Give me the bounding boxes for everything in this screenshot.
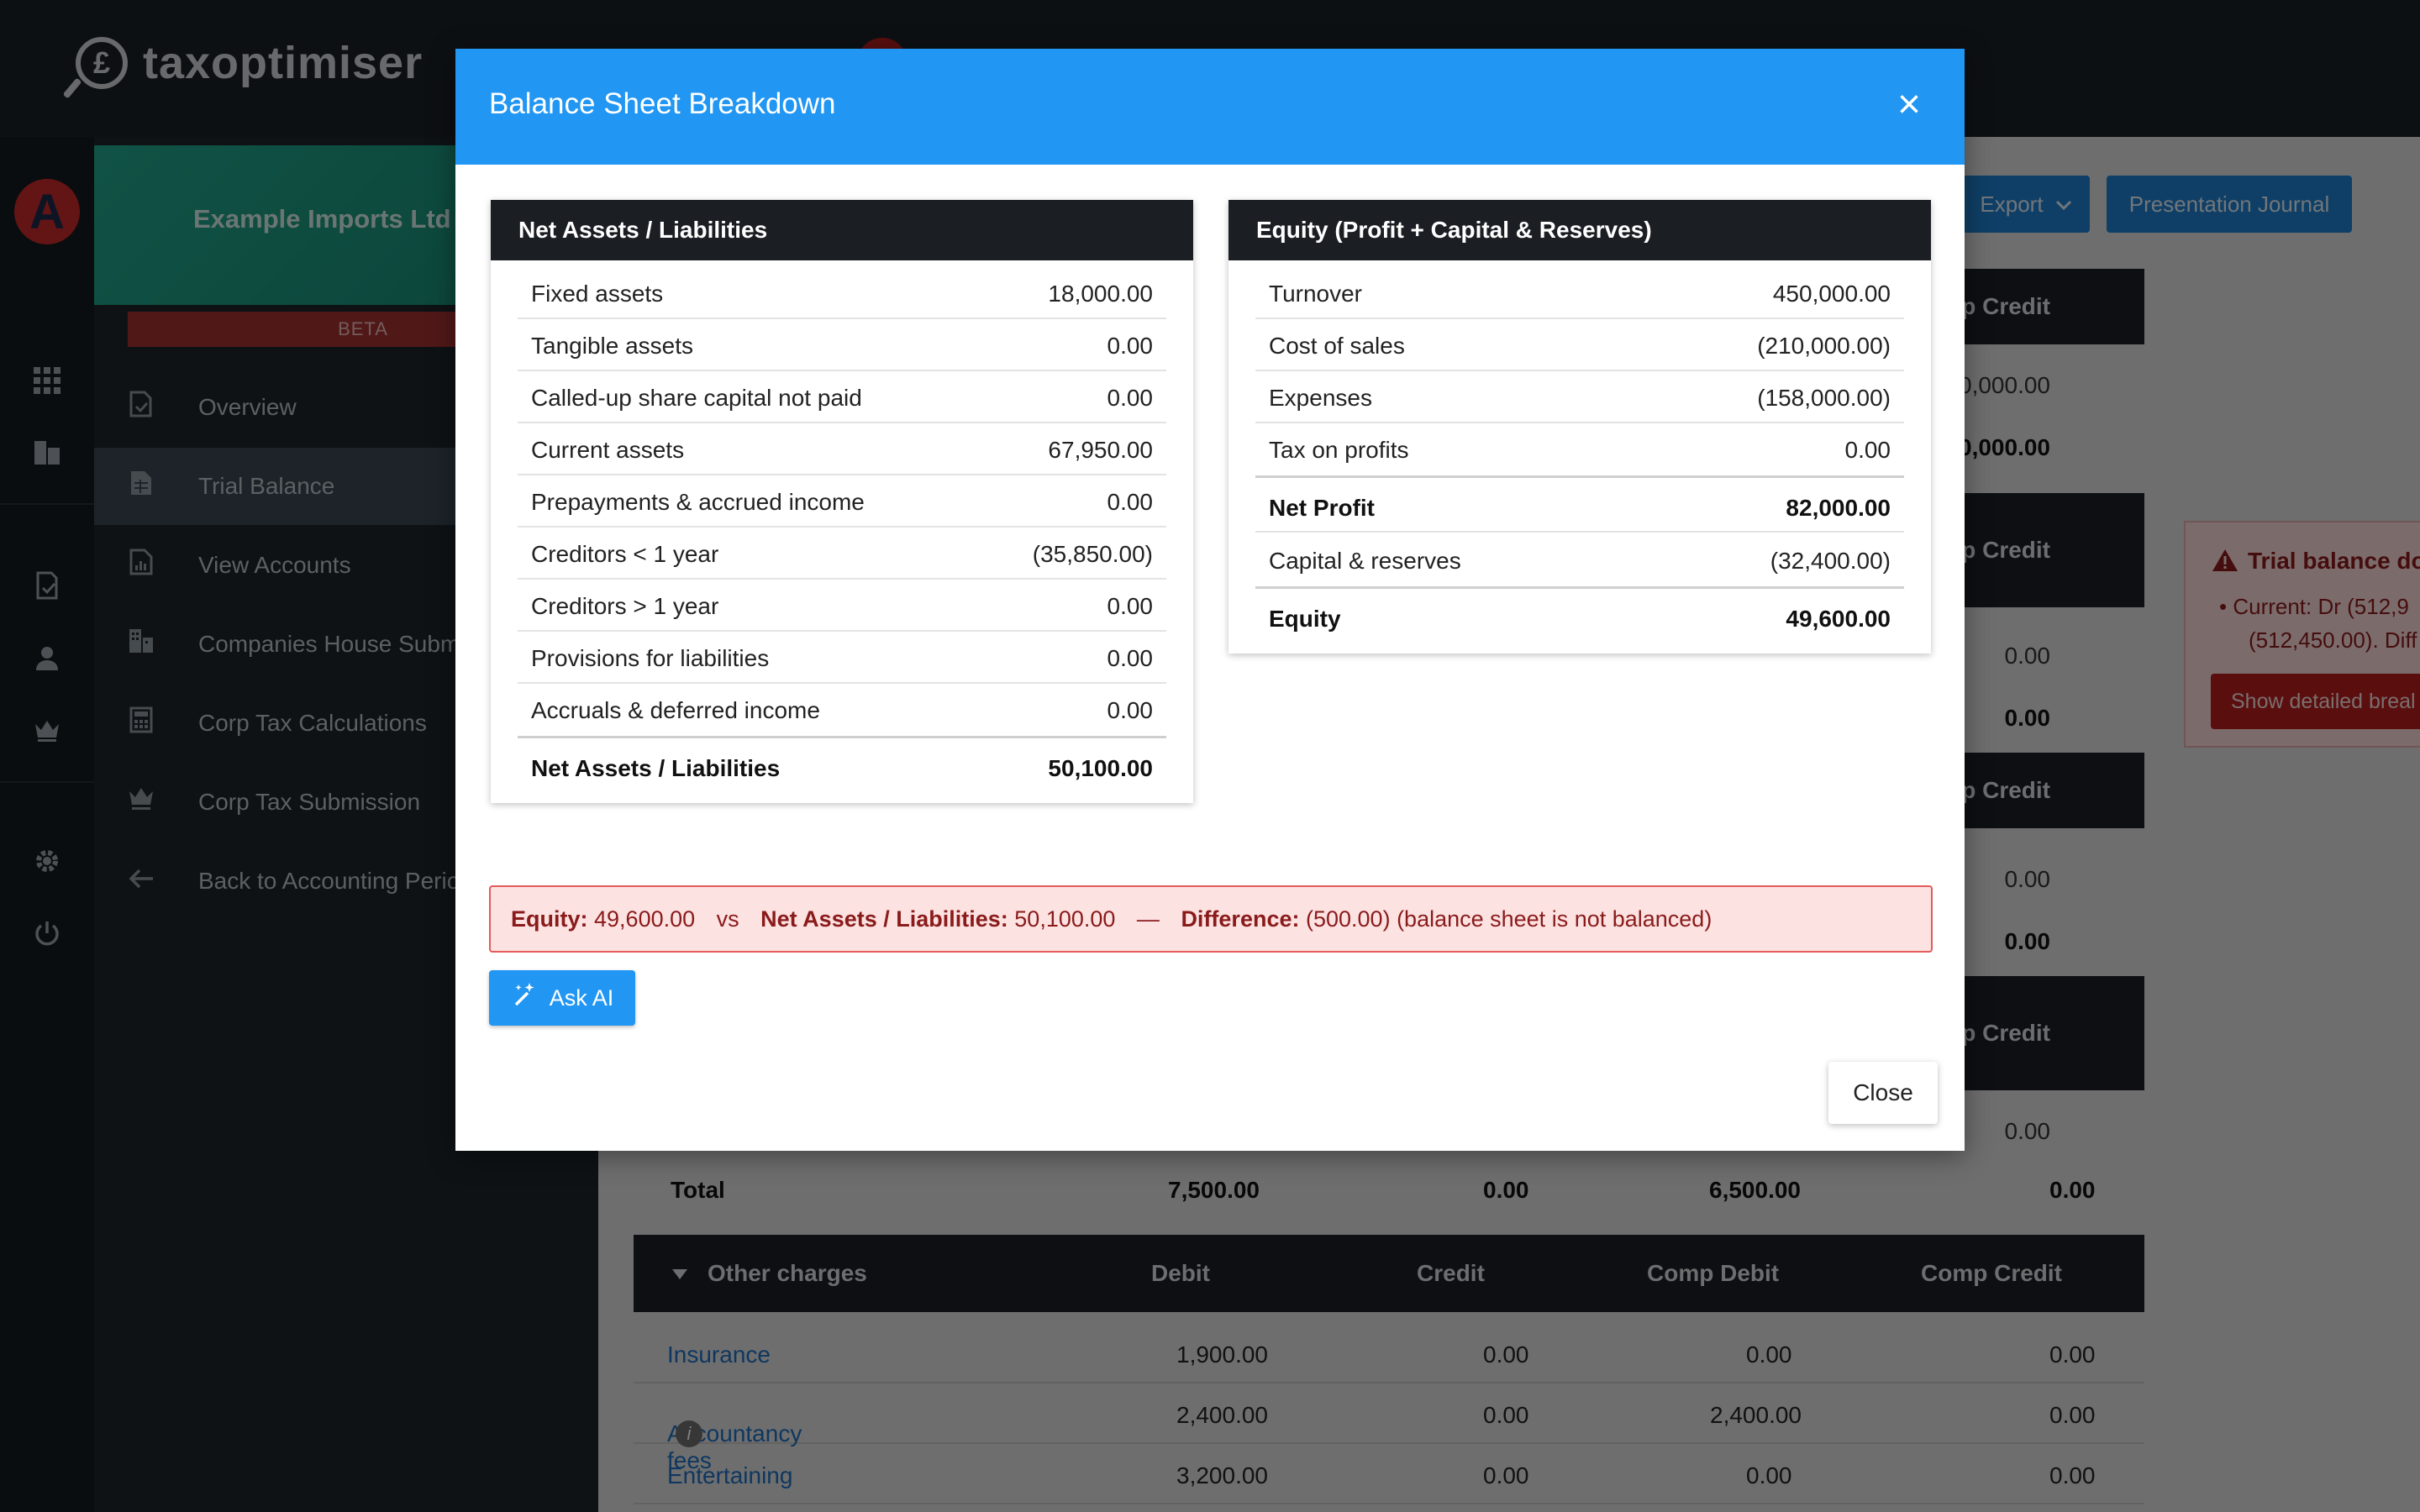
row-label: Capital & reserves [1269, 548, 1461, 574]
modal-title: Balance Sheet Breakdown [489, 87, 836, 120]
net-assets-label: Net Assets / Liabilities: [760, 906, 1008, 932]
difference-value: (500.00) (balance sheet is not balanced) [1306, 906, 1712, 932]
balance-difference-alert: Equity: 49,600.00 vs Net Assets / Liabil… [489, 885, 1933, 953]
row-label: Expenses [1269, 385, 1372, 411]
row-label: Turnover [1269, 281, 1363, 307]
row-value: 67,950.00 [1048, 437, 1153, 463]
row-label: Net Profit [1269, 495, 1375, 521]
row-label: Creditors < 1 year [531, 541, 719, 567]
equity-label: Equity: [511, 906, 588, 932]
list-item: Accruals & deferred income 0.00 [518, 684, 1166, 736]
row-value: 0.00 [1107, 593, 1154, 619]
row-label: Tax on profits [1269, 437, 1409, 463]
panel-title: Equity (Profit + Capital & Reserves) [1228, 200, 1931, 260]
list-item: Creditors > 1 year 0.00 [518, 580, 1166, 632]
panel-title: Net Assets / Liabilities [491, 200, 1193, 260]
row-label: Creditors > 1 year [531, 593, 719, 619]
row-value: (158,000.00) [1757, 385, 1891, 411]
equity-panel: Equity (Profit + Capital & Reserves) Tur… [1228, 200, 1931, 654]
total-value: 50,100.00 [1048, 755, 1153, 781]
total-value: 49,600.00 [1786, 606, 1891, 632]
equity-total-row: Equity 49,600.00 [1255, 586, 1904, 643]
net-assets-list: Fixed assets 18,000.00 Tangible assets 0.0… [491, 260, 1193, 803]
list-item: Called-up share capital not paid 0.00 [518, 371, 1166, 423]
list-item: Fixed assets 18,000.00 [518, 267, 1166, 319]
ask-ai-label: Ask AI [549, 984, 614, 1011]
total-label: Net Assets / Liabilities [531, 755, 781, 781]
list-item: Current assets 67,950.00 [518, 423, 1166, 475]
row-value: 0.00 [1107, 645, 1154, 671]
list-item: Expenses (158,000.00) [1255, 371, 1904, 423]
row-value: 0.00 [1107, 489, 1154, 515]
row-value: 0.00 [1107, 333, 1154, 359]
equity-value: 49,600.00 [594, 906, 696, 932]
row-label: Provisions for liabilities [531, 645, 770, 671]
row-label: Prepayments & accrued income [531, 489, 865, 515]
list-item: Prepayments & accrued income 0.00 [518, 475, 1166, 528]
row-label: Cost of sales [1269, 333, 1405, 359]
capital-reserves-row: Capital & reserves (32,400.00) [1255, 533, 1904, 586]
row-value: 18,000.00 [1048, 281, 1153, 307]
list-item: Creditors < 1 year (35,850.00) [518, 528, 1166, 580]
row-label: Fixed assets [531, 281, 664, 307]
row-label: Accruals & deferred income [531, 697, 820, 723]
magic-wand-icon [511, 981, 538, 1015]
row-value: 0.00 [1107, 385, 1154, 411]
close-button[interactable]: Close [1828, 1062, 1938, 1124]
row-value: 0.00 [1844, 437, 1891, 463]
row-value: 0.00 [1107, 697, 1154, 723]
list-item: Turnover 450,000.00 [1255, 267, 1904, 319]
row-value: (32,400.00) [1770, 548, 1891, 574]
modal-header: Balance Sheet Breakdown × [455, 49, 1965, 165]
row-label: Current assets [531, 437, 685, 463]
net-assets-value: 50,100.00 [1014, 906, 1116, 932]
difference-label: Difference: [1181, 906, 1300, 932]
row-value: (210,000.00) [1757, 333, 1891, 359]
list-item: Tax on profits 0.00 [1255, 423, 1904, 475]
net-assets-panel: Net Assets / Liabilities Fixed assets 18,… [491, 200, 1193, 803]
row-label: Tangible assets [531, 333, 694, 359]
net-profit-row: Net Profit 82,000.00 [1255, 475, 1904, 533]
balance-sheet-modal: Balance Sheet Breakdown × Net Assets / L… [455, 49, 1965, 1151]
row-value: 450,000.00 [1772, 281, 1891, 307]
list-item: Provisions for liabilities 0.00 [518, 632, 1166, 684]
row-value: (35,850.00) [1032, 541, 1153, 567]
close-icon[interactable]: × [1884, 79, 1934, 129]
list-item: Cost of sales (210,000.00) [1255, 319, 1904, 371]
dash-separator: — [1136, 906, 1160, 932]
vs-text: vs [716, 906, 739, 932]
row-value: 82,000.00 [1786, 495, 1891, 521]
ask-ai-button[interactable]: Ask AI [489, 970, 635, 1026]
equity-list: Turnover 450,000.00 Cost of sales (210,000… [1228, 260, 1931, 654]
total-label: Equity [1269, 606, 1341, 632]
row-label: Called-up share capital not paid [531, 385, 862, 411]
list-item: Tangible assets 0.00 [518, 319, 1166, 371]
net-assets-total-row: Net Assets / Liabilities 50,100.00 [518, 736, 1166, 793]
